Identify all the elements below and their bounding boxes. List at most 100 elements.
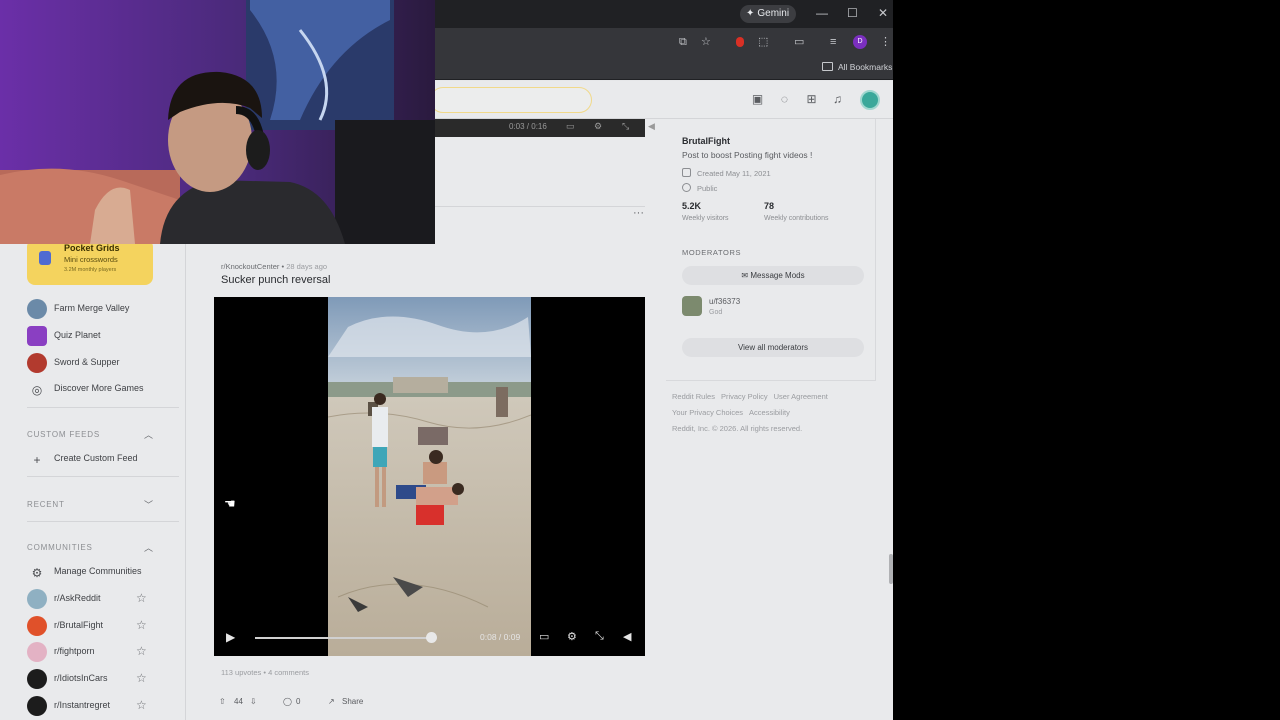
sidebar-item-label: r/IdiotsInCars [54,673,108,683]
minimize-icon[interactable]: — [816,6,828,20]
sidebar-item-label: Create Custom Feed [54,453,138,463]
message-mods-button[interactable]: ✉ Message Mods [682,266,864,285]
sidebar-item-askreddit[interactable]: r/AskReddit ☆ [27,589,179,611]
brutalfight-icon [27,616,47,636]
recent-header[interactable]: RECENT [27,500,65,509]
cast-icon[interactable]: ⧉ [679,35,687,49]
gemini-button[interactable]: ✦ Gemini [740,5,796,23]
sidebar-item-sword-supper[interactable]: Sword & Supper [27,353,179,375]
more-options-icon[interactable]: ··· [633,207,644,219]
side-panel-icon[interactable]: ▭ [794,35,804,49]
sparkle-icon: ✦ [746,8,755,19]
sidebar-item-label: r/BrutalFight [54,620,104,630]
bookmark-star-icon[interactable]: ☆ [701,35,711,49]
favorite-star-icon[interactable]: ☆ [136,698,147,712]
post-title[interactable]: Sucker punch reversal [221,274,330,286]
notifications-bell-icon[interactable]: ♫ [831,93,844,106]
fullscreen-icon[interactable]: ⤡ [595,630,604,643]
profile-avatar[interactable]: D [853,35,867,49]
favorite-star-icon[interactable]: ☆ [136,618,147,632]
search-input[interactable] [430,87,592,113]
video-player[interactable]: ▶ 0:08 / 0:09 ▭ ⚙ ⤡ ◀ [214,297,645,656]
favorite-star-icon[interactable]: ☆ [136,671,147,685]
captions-icon[interactable]: ▭ [539,630,549,643]
scrollbar-thumb[interactable] [889,554,893,584]
communities-header[interactable]: COMMUNITIES [27,543,93,552]
sidebar-item-label: r/AskReddit [54,593,101,603]
sidebar-item-instantregret[interactable]: r/Instantregret ☆ [27,696,179,718]
sidebar-item-farm-merge-valley[interactable]: Farm Merge Valley [27,299,179,321]
moderator-avatar[interactable] [682,296,702,316]
captions-icon[interactable]: ▭ [566,121,575,132]
settings-gear-icon[interactable]: ⚙ [567,630,577,643]
comments-count[interactable]: 4 comments [268,668,309,677]
featured-game-meta: 3.2M monthly players [64,267,117,273]
sidebar-item-quiz-planet[interactable]: Quiz Planet [27,326,179,348]
close-icon[interactable]: ✕ [878,6,888,20]
footer-link-agreement[interactable]: User Agreement [774,392,828,401]
featured-game-card[interactable]: Pocket Grids Mini crosswords 3.2M monthl… [27,239,153,285]
footer-copyright: Reddit, Inc. © 2026. All rights reserved… [672,424,803,433]
user-avatar[interactable] [860,90,880,110]
sidebar-item-brutalfight[interactable]: r/BrutalFight ☆ [27,616,179,638]
extension-icon[interactable]: ≡ [830,35,836,49]
chevron-up-icon[interactable]: ︿ [144,541,153,554]
hand-cursor-icon: ☚ [224,496,236,511]
extension-record-icon[interactable] [736,37,744,47]
fullscreen-icon[interactable]: ⤡ [622,121,629,132]
cake-icon [682,168,691,177]
featured-game-title: Pocket Grids [64,243,120,253]
askreddit-icon [27,589,47,609]
favorite-star-icon[interactable]: ☆ [136,591,147,605]
create-post-icon[interactable]: ⊞ [805,93,818,106]
favorite-star-icon[interactable]: ☆ [136,644,147,658]
custom-feeds-header[interactable]: CUSTOM FEEDS [27,430,100,439]
browser-menu-icon[interactable]: ⋮ [880,35,891,49]
visibility: Public [682,183,717,193]
sidebar-item-label: r/fightporn [54,646,95,656]
share-button[interactable]: Share [342,697,363,706]
manage-communities-button[interactable]: ⚙ Manage Communities [27,562,179,584]
seek-bar[interactable] [255,637,432,639]
chevron-up-icon[interactable]: ︿ [144,428,153,441]
chat-icon[interactable]: ◌ [778,93,791,106]
sidebar-item-fightporn[interactable]: r/fightporn ☆ [27,642,179,664]
instantregret-icon [27,696,47,716]
featured-game-subtitle: Mini crosswords [64,255,118,264]
divider [27,407,179,408]
sidebar-item-label: r/Instantregret [54,700,111,710]
view-all-moderators-button[interactable]: View all moderators [682,338,864,357]
comment-icon[interactable]: ◯ [283,697,292,706]
visibility-text: Public [697,184,718,193]
play-icon[interactable]: ▶ [226,630,235,644]
volume-icon[interactable]: ◀ [648,121,655,132]
community-name[interactable]: BrutalFight [682,136,730,146]
maximize-icon[interactable]: ☐ [847,6,858,20]
all-bookmarks-button[interactable]: All Bookmarks [838,61,892,73]
extensions-puzzle-icon[interactable]: ⬚ [758,35,768,49]
downvote-icon[interactable]: ⇩ [250,697,257,706]
sidebar-item-idiotsincars[interactable]: r/IdiotsInCars ☆ [27,669,179,691]
upvote-icon[interactable]: ⇧ [219,697,226,706]
share-icon[interactable]: ↗ [328,697,335,706]
footer-link-accessibility[interactable]: Accessibility [749,408,790,417]
sidebar-item-label: Quiz Planet [54,330,101,340]
video-frame[interactable] [328,297,531,656]
create-custom-feed-button[interactable]: + Create Custom Feed [27,449,179,471]
moderator-flair: God [709,309,723,316]
footer-link-rules[interactable]: Reddit Rules [672,392,715,401]
video-controls: ▶ 0:08 / 0:09 ▭ ⚙ ⤡ ◀ [214,627,645,649]
weekly-contributions-value: 78 [764,201,775,211]
advertise-icon[interactable]: ▣ [751,93,764,106]
chevron-down-icon[interactable]: ﹀ [144,498,153,511]
sidebar-item-discover-games[interactable]: ◎ Discover More Games [27,379,179,401]
seek-handle[interactable] [426,632,438,643]
post-subreddit-link[interactable]: r/KnockoutCenter [221,262,279,271]
footer-link-privacy[interactable]: Privacy Policy [721,392,768,401]
moderator-name[interactable]: u/f36373 [709,297,740,306]
volume-icon[interactable]: ◀ [623,630,631,643]
upvotes-count: 113 upvotes [221,668,262,677]
footer-link-privacy-choices[interactable]: Your Privacy Choices [672,408,743,417]
settings-gear-icon[interactable]: ⚙ [594,121,602,132]
gamepad-icon: ◎ [31,383,43,397]
